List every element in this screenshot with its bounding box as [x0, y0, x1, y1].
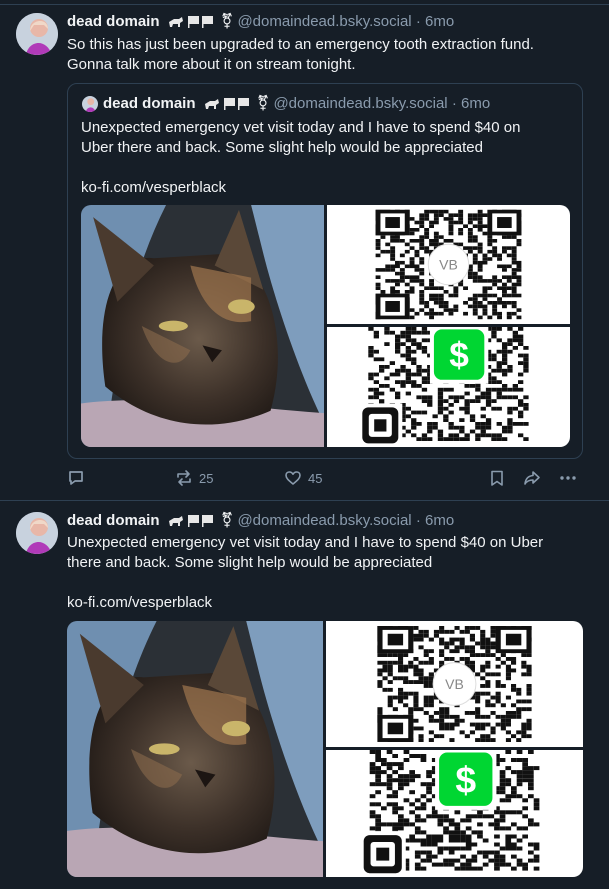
quote-age: 6mo — [461, 95, 491, 112]
svg-text:$: $ — [455, 759, 476, 801]
trans-symbol: ⚧ — [256, 95, 270, 112]
kofi-qr-image[interactable]: VB — [327, 205, 570, 324]
bookmark-icon — [491, 470, 503, 486]
reply-button[interactable] — [67, 469, 91, 487]
like-count: 45 — [308, 470, 323, 486]
kofi-link[interactable]: ko-fi.com/vesperblack — [67, 593, 543, 613]
cash-app-icon: $ — [439, 752, 493, 806]
author-name[interactable]: dead domain — [67, 13, 160, 30]
share-icon — [524, 471, 540, 485]
svg-text:VB: VB — [439, 257, 458, 273]
quote-author-name: dead domain — [103, 95, 196, 112]
more-icon — [560, 476, 576, 480]
reply-icon — [69, 471, 83, 485]
more-options-button[interactable] — [559, 469, 577, 487]
trans-symbol: ⚧ — [220, 13, 234, 30]
quote-avatar — [82, 96, 98, 112]
cashapp-qr-image[interactable]: $ — [327, 327, 570, 447]
post-age[interactable]: 6mo — [425, 13, 454, 30]
post-text-line: Gonna talk more about it on stream tonig… — [67, 56, 356, 73]
repost-count: 25 — [199, 470, 214, 486]
repost-button[interactable]: 25 — [175, 469, 213, 487]
author-name[interactable]: dead domain — [67, 512, 160, 529]
post-text: So this has just been upgraded to an eme… — [67, 35, 534, 75]
avatar[interactable] — [16, 512, 58, 554]
quote-text-line: Uber there and back. Some slight help wo… — [81, 139, 483, 156]
avatar[interactable] — [16, 13, 58, 55]
quoted-post[interactable]: dead domain ⚧ @domaindead.bsky.social · … — [67, 83, 583, 459]
cash-app-icon: $ — [433, 329, 485, 380]
quote-header: dead domain ⚧ @domaindead.bsky.social · … — [103, 95, 490, 115]
author-handle[interactable]: @domaindead.bsky.social — [237, 512, 411, 529]
author-handle[interactable]: @domaindead.bsky.social — [237, 13, 411, 30]
svg-text:VB: VB — [445, 676, 464, 692]
post-text: Unexpected emergency vet visit today and… — [67, 533, 543, 613]
like-icon — [285, 471, 301, 485]
dot-separator: · — [415, 512, 421, 529]
kofi-qr-image[interactable]: VB — [326, 621, 583, 747]
post-media-grid[interactable]: VB $ — [67, 621, 583, 877]
quote-author-handle: @domaindead.bsky.social — [273, 95, 448, 112]
flag-emojis — [204, 96, 254, 115]
square-icon — [359, 831, 406, 877]
like-button[interactable]: 45 — [284, 469, 322, 487]
flag-emojis — [168, 14, 218, 33]
post-text-line: there and back. Some slight help would b… — [67, 554, 433, 571]
cashapp-qr-image[interactable]: $ — [326, 750, 583, 877]
quote-text-line: Unexpected emergency vet visit today and… — [81, 119, 521, 136]
svg-text:$: $ — [449, 336, 469, 375]
dot-separator: · — [451, 95, 457, 112]
post-text-line: Unexpected emergency vet visit today and… — [67, 534, 544, 551]
kofi-link[interactable]: ko-fi.com/vesperblack — [81, 178, 520, 198]
share-button[interactable] — [523, 469, 541, 487]
cat-photo[interactable] — [81, 205, 324, 447]
quote-text: Unexpected emergency vet visit today and… — [81, 118, 520, 198]
trans-symbol: ⚧ — [220, 512, 234, 529]
cat-photo[interactable] — [67, 621, 323, 877]
bookmark-button[interactable] — [488, 469, 506, 487]
quote-media-grid[interactable]: VB $ — [81, 205, 570, 447]
flag-emojis — [168, 513, 218, 532]
post-1[interactable]: dead domain ⚧ @domaindead.bsky.social · … — [0, 0, 609, 500]
repost-icon — [177, 470, 191, 486]
post-age[interactable]: 6mo — [425, 512, 454, 529]
post-text-line: So this has just been upgraded to an eme… — [67, 36, 534, 53]
post-2[interactable]: dead domain ⚧ @domaindead.bsky.social · … — [0, 500, 609, 889]
action-bar: 25 45 — [67, 469, 579, 493]
dot-separator: · — [415, 13, 421, 30]
square-icon — [358, 403, 403, 447]
post-header: dead domain ⚧ @domaindead.bsky.social · … — [67, 13, 454, 33]
post-header: dead domain ⚧ @domaindead.bsky.social · … — [67, 512, 454, 532]
